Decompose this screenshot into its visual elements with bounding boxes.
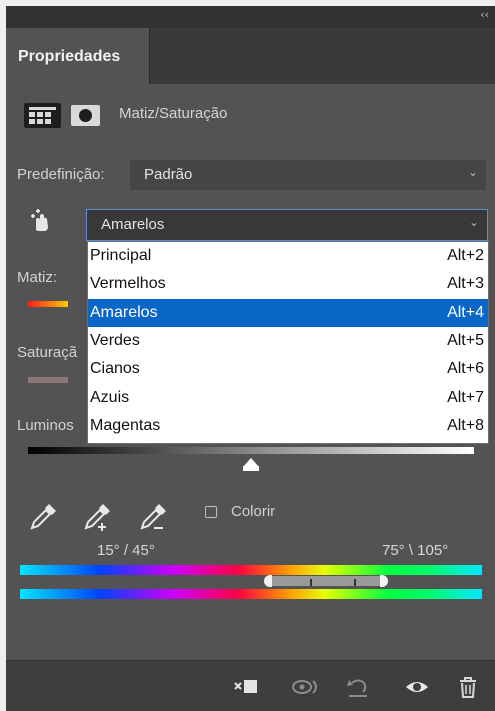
trash-icon[interactable]: [455, 675, 481, 699]
color-range-slider[interactable]: [264, 575, 388, 587]
eyedropper-icon[interactable]: [28, 502, 58, 532]
hand-targeted-adjust-icon[interactable]: [27, 207, 53, 239]
channel-dropdown-list: Principal Alt+2 Vermelhos Alt+3 Amarelos…: [87, 241, 489, 444]
option-shortcut: Alt+8: [447, 417, 484, 434]
lightness-slider-track[interactable]: [28, 447, 474, 454]
colorize-checkbox[interactable]: [205, 506, 217, 518]
color-range-band[interactable]: [270, 576, 382, 586]
list-item[interactable]: Cianos Alt+6: [88, 355, 488, 383]
channel-value: Amarelos: [101, 216, 165, 233]
lightness-label: Luminos: [17, 417, 74, 434]
option-shortcut: Alt+2: [447, 247, 484, 264]
hue-slider-track[interactable]: [28, 301, 68, 307]
list-item[interactable]: Vermelhos Alt+3: [88, 270, 488, 298]
collapse-panel-icon[interactable]: ‹‹: [480, 8, 489, 21]
color-range-inner-left-mark[interactable]: [310, 579, 312, 586]
tab-properties[interactable]: Propriedades: [6, 28, 149, 86]
option-label: Cianos: [90, 360, 140, 377]
option-label: Verdes: [90, 332, 140, 349]
huesat-adjustment-icon[interactable]: [24, 103, 61, 128]
lightness-slider-thumb-base: [243, 466, 259, 471]
channel-select[interactable]: Amarelos ⌄: [86, 209, 488, 241]
properties-panel: ‹‹ Propriedades Matiz/Saturação Predefin…: [6, 6, 495, 711]
bottom-toolbar: [6, 660, 495, 711]
preset-value: Padrão: [144, 166, 193, 183]
eyedropper-add-icon[interactable]: [82, 502, 112, 532]
hue-spectrum-bar-top: [20, 565, 482, 575]
chevron-down-icon: ⌄: [467, 165, 478, 179]
range-left-readout: 15° / 45°: [97, 542, 155, 559]
list-item[interactable]: Azuis Alt+7: [88, 384, 488, 412]
tab-divider: [149, 28, 150, 84]
hue-spectrum-bar-bottom: [20, 589, 482, 599]
colorize-label: Colorir: [231, 503, 276, 520]
chevron-down-icon: ⌄: [468, 215, 479, 229]
option-label: Vermelhos: [90, 275, 166, 292]
view-previous-state-icon[interactable]: [291, 675, 317, 699]
visibility-eye-icon[interactable]: [404, 675, 430, 699]
color-range-inner-right-mark[interactable]: [354, 579, 356, 586]
option-label: Magentas: [90, 417, 161, 434]
list-item-selected[interactable]: Amarelos Alt+4: [88, 299, 488, 327]
reset-icon[interactable]: [345, 675, 371, 699]
eyedropper-subtract-icon[interactable]: [138, 502, 168, 532]
option-label: Azuis: [90, 389, 130, 406]
preset-label: Predefinição:: [17, 166, 105, 183]
range-right-readout: 75° \ 105°: [382, 542, 449, 559]
preset-select[interactable]: Padrão ⌄: [130, 160, 486, 190]
option-label: Amarelos: [90, 304, 158, 321]
option-shortcut: Alt+4: [447, 304, 484, 321]
option-shortcut: Alt+6: [447, 360, 484, 377]
hue-label: Matiz:: [17, 269, 58, 286]
panel-top-strip: ‹‹: [6, 6, 495, 28]
saturation-label: Saturaçã: [17, 344, 78, 361]
adjustment-title: Matiz/Saturação: [119, 105, 228, 122]
option-shortcut: Alt+7: [447, 389, 484, 406]
saturation-slider-track[interactable]: [28, 377, 68, 383]
list-item[interactable]: Magentas Alt+8: [88, 412, 488, 440]
list-item[interactable]: Principal Alt+2: [88, 242, 488, 270]
color-range-right-handle[interactable]: [380, 575, 388, 587]
mask-icon[interactable]: [71, 105, 100, 126]
option-shortcut: Alt+5: [447, 332, 484, 349]
option-shortcut: Alt+3: [447, 275, 484, 292]
color-range-left-handle[interactable]: [264, 575, 272, 587]
clip-to-layer-icon[interactable]: [233, 675, 259, 699]
option-label: Principal: [90, 247, 152, 264]
list-item[interactable]: Verdes Alt+5: [88, 327, 488, 355]
